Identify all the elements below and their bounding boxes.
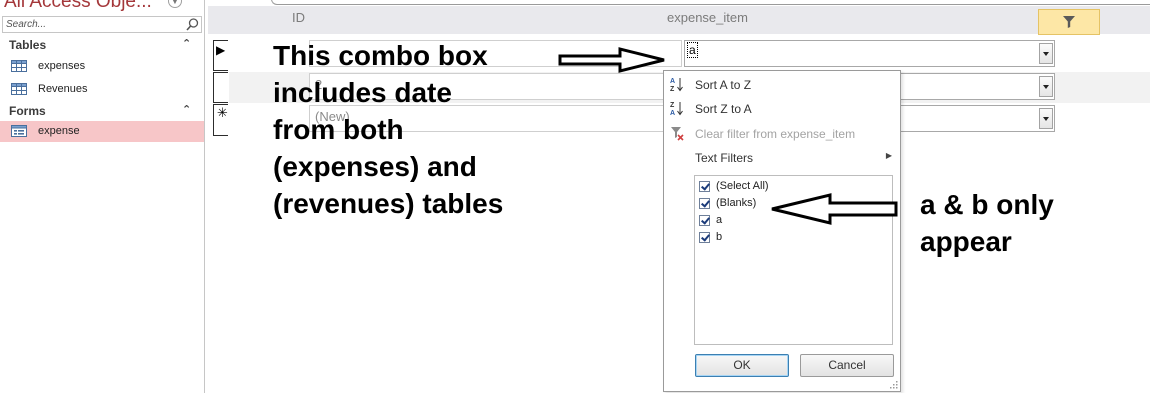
menu-item-label: Sort A to Z <box>695 78 752 92</box>
navigation-pane: All Access Obje... ▼ Tables ⌃ expenses R <box>0 0 205 393</box>
nav-item-label: expenses <box>38 60 86 72</box>
menu-clear-filter[interactable]: Clear filter from expense_item <box>664 123 900 143</box>
annotation-arrow-right <box>558 47 665 73</box>
combo-dropdown-icon[interactable] <box>1039 108 1053 129</box>
annotation-line: (revenues) tables <box>273 188 504 219</box>
combo-value: a <box>687 42 698 58</box>
value-label: (Blanks) <box>716 197 757 209</box>
expense-item-combo[interactable]: a <box>684 40 1055 67</box>
nav-group-tables[interactable]: Tables ⌃ <box>0 37 204 54</box>
checkbox-checked-icon[interactable] <box>699 232 710 243</box>
cancel-button[interactable]: Cancel <box>800 354 894 377</box>
nav-group-label: Tables <box>9 38 47 52</box>
nav-menu-icon[interactable]: ▼ <box>168 0 182 8</box>
nav-group-label: Forms <box>9 104 46 118</box>
menu-text-filters[interactable]: Text Filters ▶ <box>664 147 900 167</box>
combo-dropdown-icon[interactable] <box>1039 43 1053 64</box>
menu-item-label: Text Filters <box>695 151 754 165</box>
new-record-icon: ✳ <box>217 105 228 120</box>
svg-text:A: A <box>670 78 675 85</box>
menu-sort-z-to-a[interactable]: Z A Sort Z to A <box>664 98 900 118</box>
filter-menu: A Z Sort A to Z Z A Sort Z to A Clear fi… <box>663 70 901 392</box>
table-icon <box>11 83 27 95</box>
annotation-line: (expenses) and <box>273 151 477 182</box>
sort-descending-icon: Z A <box>670 102 683 116</box>
checkbox-checked-icon[interactable] <box>699 198 710 209</box>
value-label: b <box>716 231 723 243</box>
current-record-icon: ▶ <box>216 43 226 57</box>
document-tab-border <box>271 0 1150 5</box>
column-header-expense-item[interactable]: expense_item <box>667 10 748 25</box>
nav-item-label: expense <box>38 125 80 137</box>
menu-item-label: Sort Z to A <box>695 102 752 116</box>
collapse-chevron-icon[interactable]: ⌃ <box>182 37 191 50</box>
form-icon <box>11 125 27 137</box>
nav-group-forms[interactable]: Forms ⌃ <box>0 103 204 120</box>
checkbox-checked-icon[interactable] <box>699 215 710 226</box>
nav-pane-title[interactable]: All Access Obje... <box>4 0 152 13</box>
checkbox-checked-icon[interactable] <box>699 181 710 192</box>
annotation-line: appear <box>920 226 1012 257</box>
value-label: a <box>716 214 723 226</box>
annotation-values-note: a & b only appear <box>920 186 1054 260</box>
svg-text:Z: Z <box>670 86 675 92</box>
nav-search-input[interactable] <box>4 17 184 32</box>
record-selector[interactable]: ▶ <box>213 40 228 71</box>
clear-filter-icon <box>671 127 684 141</box>
filter-icon <box>1063 16 1075 28</box>
record-selector[interactable]: ✳ <box>213 104 228 136</box>
annotation-line: from both <box>273 114 404 145</box>
annotation-line: This combo box <box>273 40 488 71</box>
svg-text:Z: Z <box>670 102 675 109</box>
ok-button[interactable]: OK <box>695 354 789 377</box>
nav-item-expenses-table[interactable]: expenses <box>0 56 204 77</box>
annotation-combo-box-note: This combo box includes date from both (… <box>273 37 503 222</box>
annotation-line: a & b only <box>920 189 1054 220</box>
svg-text:A: A <box>670 110 675 116</box>
annotation-line: includes date <box>273 77 452 108</box>
menu-item-label: Clear filter from expense_item <box>695 127 856 141</box>
annotation-arrow-left <box>771 193 898 225</box>
column-header-row: ID expense_item <box>208 6 1150 35</box>
collapse-chevron-icon[interactable]: ⌃ <box>182 103 191 116</box>
search-icon[interactable] <box>185 17 200 32</box>
column-header-id[interactable]: ID <box>292 10 305 25</box>
combo-dropdown-icon[interactable] <box>1039 76 1053 97</box>
submenu-arrow-icon: ▶ <box>885 151 892 160</box>
menu-sort-a-to-z[interactable]: A Z Sort A to Z <box>664 74 900 94</box>
nav-item-label: Revenues <box>38 83 88 95</box>
value-label: (Select All) <box>716 180 769 192</box>
filter-button[interactable] <box>1038 9 1100 35</box>
resize-grip-icon[interactable] <box>890 381 898 389</box>
table-icon <box>11 60 27 72</box>
nav-item-expense-form[interactable]: expense <box>0 121 204 142</box>
nav-item-revenues-table[interactable]: Revenues <box>0 79 204 100</box>
sort-ascending-icon: A Z <box>670 78 683 92</box>
nav-search-box[interactable] <box>2 16 202 33</box>
record-selector[interactable] <box>213 72 228 103</box>
